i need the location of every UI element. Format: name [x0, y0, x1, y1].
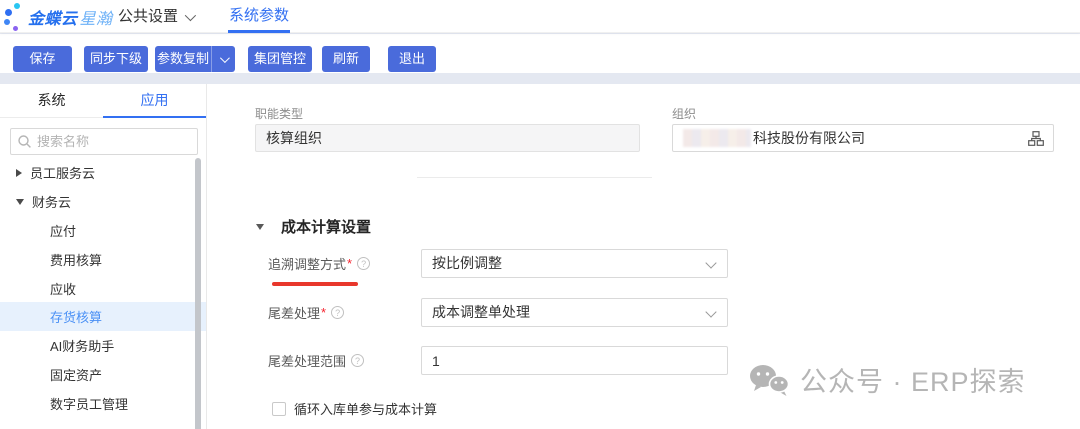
tree-item-digital-employee[interactable]: 数字员工管理 [0, 389, 206, 418]
search-icon [18, 135, 31, 148]
tree-item-ai-finance-assistant[interactable]: AI财务助手 [0, 331, 206, 360]
chevron-down-icon [220, 53, 230, 63]
logo-dots-icon [4, 3, 28, 31]
sidebar-search [10, 128, 198, 155]
tree-item-label: 固定资产 [50, 365, 102, 384]
tree-item-employee-service-cloud[interactable]: 员工服务云 [0, 158, 206, 187]
tree-item-finance-cloud[interactable]: 财务云 [0, 187, 206, 216]
wechat-icon [748, 363, 790, 397]
select-value: 成本调整单处理 [432, 304, 530, 320]
chevron-right-icon [16, 169, 22, 177]
chevron-down-icon [185, 9, 196, 20]
menu-label: 公共设置 [118, 0, 178, 33]
save-button[interactable]: 保存 [13, 46, 72, 72]
brand-name-secondary: 星瀚 [80, 5, 113, 29]
loop-inbound-checkbox[interactable] [272, 402, 286, 416]
tree-item-expense-accounting[interactable]: 费用核算 [0, 245, 206, 274]
exit-button[interactable]: 退出 [388, 46, 436, 72]
select-value: 按比例调整 [432, 255, 502, 271]
tab-system[interactable]: 系统 [0, 84, 103, 118]
menu-public-settings[interactable]: 公共设置 [118, 0, 193, 33]
tree-item-label: 存货核算 [50, 307, 102, 326]
help-icon[interactable]: ? [331, 306, 344, 319]
panel-divider [206, 84, 207, 429]
section-title: 成本计算设置 [281, 216, 371, 237]
red-highlight-underline [272, 282, 358, 286]
organization-label: 组织 [672, 105, 696, 122]
tree-item-inventory-accounting[interactable]: 存货核算 [0, 302, 206, 331]
parameter-copy-split-button: 参数复制 [155, 46, 235, 72]
chevron-down-icon [256, 224, 264, 230]
tree-item-label: 应付 [50, 221, 76, 240]
tree-item-label: 员工服务云 [30, 163, 95, 182]
tree-item-accounts-receivable[interactable]: 应收 [0, 274, 206, 303]
loop-inbound-checkbox-label[interactable]: 循环入库单参与成本计算 [294, 402, 437, 417]
organization-field[interactable]: 科技股份有限公司 [672, 124, 1054, 152]
required-asterisk: * [321, 305, 326, 320]
tree-item-fixed-assets[interactable]: 固定资产 [0, 360, 206, 389]
tab-application[interactable]: 应用 [103, 84, 206, 118]
redacted-text [683, 129, 751, 147]
brand-name-primary: 金蝶云 [28, 5, 78, 29]
trace-adjust-mode-select[interactable]: 按比例调整 [421, 249, 728, 278]
function-type-field[interactable]: 核算组织 [255, 124, 640, 152]
tab-system-parameters[interactable]: 系统参数 [228, 0, 290, 33]
function-type-label: 职能类型 [255, 105, 303, 122]
tail-diff-select[interactable]: 成本调整单处理 [421, 298, 728, 327]
tree-item-label: 应收 [50, 279, 76, 298]
refresh-button[interactable]: 刷新 [322, 46, 370, 72]
help-icon[interactable]: ? [351, 354, 364, 367]
tail-diff-label: 尾差处理* ? [268, 298, 344, 327]
sync-subordinate-button[interactable]: 同步下级 [84, 46, 148, 72]
action-toolbar: 保存 同步下级 参数复制 集团管控 刷新 退出 [0, 34, 1080, 73]
watermark-text: 公众号 · ERP探索 [800, 360, 1026, 399]
trace-adjust-mode-label: 追溯调整方式* ? [268, 249, 370, 278]
group-control-button[interactable]: 集团管控 [248, 46, 312, 72]
tree-item-label: 费用核算 [50, 250, 102, 269]
tree-item-label: AI财务助手 [50, 336, 114, 355]
app-window: 金蝶云 星瀚 公共设置 系统参数 保存 同步下级 参数复制 集团管控 刷新 退出… [0, 0, 1080, 429]
tree-item-label: 数字员工管理 [50, 394, 128, 413]
tree-item-clipped[interactable]: 财务报表 [0, 421, 206, 429]
app-logo: 金蝶云 星瀚 [4, 2, 113, 31]
parameter-copy-button[interactable]: 参数复制 [155, 46, 211, 72]
tail-diff-range-label: 尾差处理范围 ? [268, 346, 364, 375]
help-icon[interactable]: ? [357, 257, 370, 270]
chevron-down-icon [705, 257, 716, 268]
app-header: 金蝶云 星瀚 公共设置 系统参数 [0, 0, 1080, 33]
cost-calc-section-header[interactable]: 成本计算设置 [256, 216, 371, 237]
required-asterisk: * [347, 256, 352, 271]
chevron-down-icon [705, 306, 716, 317]
org-chart-icon[interactable] [1028, 131, 1044, 146]
tree-item-accounts-payable[interactable]: 应付 [0, 216, 206, 245]
sidebar-tabs: 系统 应用 [0, 84, 206, 118]
search-input[interactable] [37, 134, 177, 149]
tail-diff-range-input[interactable] [421, 346, 728, 375]
section-divider [417, 177, 652, 178]
watermark: 公众号 · ERP探索 [748, 360, 1026, 399]
sidebar-scrollbar[interactable] [195, 158, 201, 429]
parameter-copy-dropdown-button[interactable] [211, 46, 235, 72]
tree-item-label: 财务云 [32, 192, 71, 211]
organization-value: 科技股份有限公司 [753, 125, 865, 151]
chevron-down-icon [16, 199, 24, 205]
